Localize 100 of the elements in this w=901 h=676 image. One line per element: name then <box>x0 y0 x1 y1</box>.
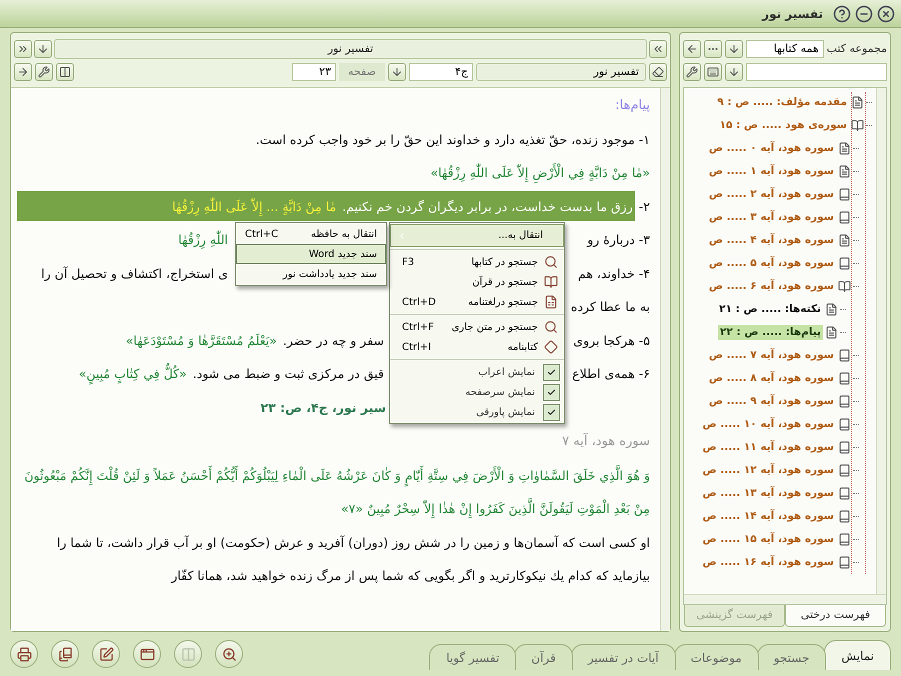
checkbox[interactable] <box>543 404 560 420</box>
page-field[interactable]: ۲۳ <box>292 63 336 81</box>
tab[interactable]: قرآن <box>514 644 573 670</box>
selected-text: رزق ما بدست خداست، در برابر دیگران گردن خم نکنیم. <box>342 198 633 216</box>
toolbar-button[interactable] <box>10 640 38 668</box>
book-icon <box>838 441 851 454</box>
body-text: سفر و چه در حضر. <box>282 332 384 350</box>
book-icon <box>838 257 851 270</box>
open-book-icon <box>544 275 558 289</box>
tree-item[interactable]: سوره هود، آیه ۴ ..... ص <box>706 232 836 248</box>
menu-item[interactable]: نمایش اعراب <box>390 362 564 382</box>
tab[interactable]: جستجو <box>756 644 826 670</box>
window-title: تفسیر نور <box>762 6 823 22</box>
toolbar-button[interactable] <box>92 640 120 668</box>
printer-icon <box>16 646 32 662</box>
next-button[interactable] <box>14 63 32 81</box>
keyboard-button[interactable] <box>704 63 722 81</box>
open-book-icon <box>838 280 851 293</box>
menu-item[interactable]: سند جدید یادداشت نور <box>236 264 386 284</box>
search-icon <box>544 320 558 334</box>
section-heading: پیام‌ها: <box>615 98 650 113</box>
book-icon <box>838 533 851 546</box>
tree-item[interactable]: سوره هود، آیه ۱۶ ..... ص <box>700 554 836 570</box>
verse-text: مٰا مِنْ دَابَّةٍ ... إِلاّٰ عَلَى اللّٰهِ رِزْقُهٰا <box>172 190 336 223</box>
tree-item[interactable]: سوره هود، آیه ۱۲ ..... ص <box>700 462 836 478</box>
open-book-icon <box>851 119 864 132</box>
menu-item[interactable]: نمایش پاورقی <box>390 402 564 422</box>
book-icon <box>838 211 851 224</box>
document-icon <box>825 303 838 316</box>
wrench-icon <box>38 66 50 78</box>
tree-item[interactable]: سوره هود، آیه ۱۰ ..... ص <box>700 416 836 432</box>
scrollbar[interactable] <box>876 88 886 594</box>
books-icon <box>58 646 72 662</box>
tree-item[interactable]: سوره هود، آیه ۱۵ ..... ص <box>700 532 836 548</box>
menu-item[interactable]: انتقال به... <box>390 224 564 247</box>
collection-label: مجموعه کتب <box>826 40 887 57</box>
back-button[interactable] <box>649 40 667 58</box>
settings-button[interactable] <box>683 63 701 81</box>
split-view-button[interactable] <box>56 63 74 81</box>
search-field[interactable] <box>746 63 887 81</box>
tree-item[interactable]: سوره هود، آیه ۸ ..... ص <box>706 370 836 386</box>
toolbar-button[interactable] <box>215 640 243 668</box>
body-text: ی استخراج، اکتشاف و تحصیل آن را <box>41 264 228 283</box>
forward-button[interactable] <box>14 40 32 58</box>
minimize-button[interactable] <box>855 4 873 22</box>
book-field[interactable]: تفسیر نور <box>476 63 646 81</box>
prev-button[interactable] <box>683 40 701 58</box>
scrollbar[interactable] <box>660 88 670 631</box>
edit-icon <box>98 646 114 662</box>
document-icon <box>851 96 864 109</box>
tree-item[interactable]: سوره‌ی هود ..... ص : ۱۵ <box>718 118 849 134</box>
tree-item[interactable]: سوره هود، آیه ۰ ..... ص <box>706 140 836 156</box>
tab[interactable]: تفسیر گویا <box>429 644 516 670</box>
tree-item[interactable]: سوره هود، آیه ۱۳ ..... ص <box>700 486 836 502</box>
tree-item[interactable]: سوره هود، آیه ۱ ..... ص <box>706 164 836 180</box>
columns-icon <box>59 66 71 78</box>
eraser-button[interactable] <box>649 63 667 81</box>
tab[interactable]: آیات در تفسیر <box>570 644 676 670</box>
tab[interactable]: فهرست درختی <box>785 605 886 627</box>
body-text: ۶- همه‌ی اطلاع <box>571 365 650 383</box>
tree-item[interactable]: سوره هود، آیه ۷ ..... ص <box>706 348 836 364</box>
menu-item[interactable]: سند جدید Word <box>236 244 386 264</box>
tree-item[interactable]: پیام‌ها: ..... ص : ۲۲ <box>718 324 823 340</box>
settings-button[interactable] <box>35 63 53 81</box>
more-button[interactable] <box>704 40 722 58</box>
book-icon <box>838 349 851 362</box>
tree-item[interactable]: سوره هود، آیه ۶ ..... ص <box>706 278 836 294</box>
collection-dropdown[interactable]: همه کتابها <box>746 40 824 58</box>
document-icon <box>838 234 851 247</box>
down-arrow-icon <box>37 43 49 55</box>
volume-field[interactable]: ج۴ <box>409 63 473 81</box>
scrollbar[interactable] <box>684 594 886 604</box>
tree-item[interactable]: سوره هود، آیه ۱۴ ..... ص <box>700 508 836 524</box>
down-button[interactable] <box>725 63 743 81</box>
tree-item[interactable]: سوره هود، آیه ۵ ..... ص <box>706 256 836 272</box>
menu-item[interactable]: جستجو در قرآن <box>390 272 564 292</box>
checkbox[interactable] <box>543 384 560 400</box>
down-button[interactable] <box>388 63 406 81</box>
toolbar-button[interactable] <box>133 640 161 668</box>
tree-item[interactable]: نکته‌ها: ..... ص : ۲۱ <box>717 302 823 318</box>
down-button[interactable] <box>34 40 52 58</box>
menu-item[interactable]: نمایش سرصفحه <box>390 382 564 402</box>
close-button[interactable] <box>877 4 895 22</box>
tab[interactable]: موضوعات <box>674 644 759 670</box>
help-button[interactable] <box>833 4 851 22</box>
tab[interactable]: نمایش <box>824 640 891 670</box>
tree-item[interactable]: سوره هود، آیه ۹ ..... ص <box>706 394 836 410</box>
tree-item[interactable]: سوره هود، آیه ۲ ..... ص <box>706 186 836 202</box>
toolbar-button[interactable] <box>51 640 79 668</box>
keyboard-icon <box>707 66 719 78</box>
tree-item[interactable]: سوره هود، آیه ۱۱ ..... ص <box>700 440 836 456</box>
title-field[interactable]: تفسیر نور <box>54 39 647 59</box>
tree-item[interactable]: سوره هود، آیه ۳ ..... ص <box>706 210 836 226</box>
tree-item[interactable]: مقدمه مؤلف: ..... ص : ۹ <box>715 94 849 110</box>
body-text: ۱- موجود زنده، حقّ تغذیه دارد و خداوند این حقّ را بر خود واجب کرده است. <box>254 130 650 149</box>
checkbox[interactable] <box>543 364 560 380</box>
body-text: به ما عطا کرده <box>570 299 650 314</box>
document-icon <box>544 295 558 309</box>
down-button[interactable] <box>725 40 743 58</box>
diamond-icon <box>544 340 558 354</box>
